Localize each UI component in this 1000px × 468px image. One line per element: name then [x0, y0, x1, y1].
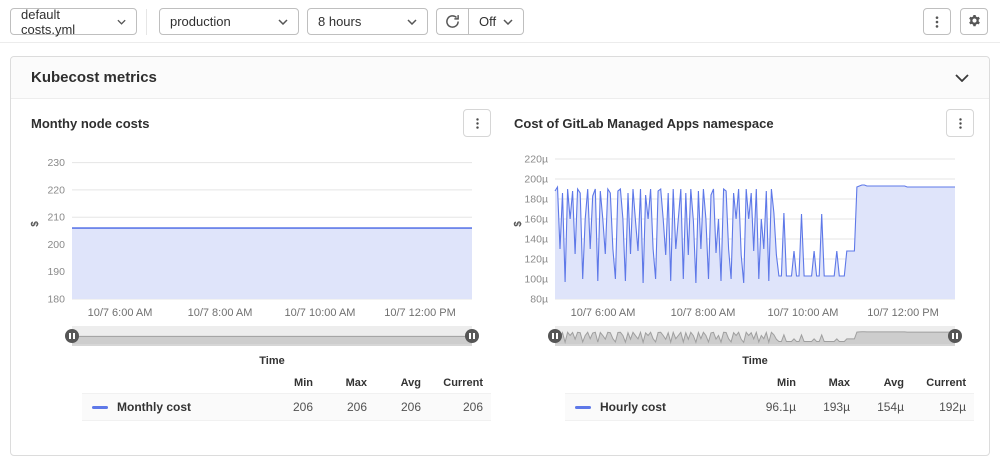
environment-select[interactable]: production: [159, 8, 299, 35]
svg-text:100µ: 100µ: [524, 274, 548, 286]
kubecost-metrics-panel: Kubecost metrics Monthy node costs 230 22…: [10, 56, 990, 456]
svg-text:10/7 10:00 AM: 10/7 10:00 AM: [768, 307, 839, 319]
svg-text:10/7 12:00 PM: 10/7 12:00 PM: [867, 307, 939, 319]
gear-icon: [967, 14, 982, 29]
svg-text:220: 220: [47, 184, 65, 196]
svg-text:190: 190: [47, 266, 65, 278]
kebab-menu-icon: [471, 117, 484, 130]
legend-row[interactable]: Hourly cost 96.1µ 193µ 154µ 192µ: [565, 393, 974, 421]
stat-max: 193µ: [796, 400, 850, 414]
brush-handle-left pause-icon[interactable]: [65, 329, 79, 343]
time-range-select[interactable]: 8 hours: [307, 8, 428, 35]
svg-text:10/7 10:00 AM: 10/7 10:00 AM: [285, 307, 356, 319]
refresh-icon: [445, 14, 460, 29]
more-actions-button[interactable]: [923, 8, 951, 35]
svg-text:10/7 8:00 AM: 10/7 8:00 AM: [671, 307, 736, 319]
stat-min: 96.1µ: [742, 400, 796, 414]
stat-current: 192µ: [904, 400, 966, 414]
svg-text:140µ: 140µ: [524, 234, 548, 246]
legend-col-max: Max: [796, 377, 850, 389]
svg-text:230: 230: [47, 157, 65, 169]
legend-header: Min Max Avg Current: [82, 373, 491, 393]
chart-monthly-node-costs: Monthy node costs 230 220 210 200 190 180 $10/…: [17, 107, 500, 421]
x-axis-label: Time: [72, 355, 472, 367]
refresh-interval-value: Off: [479, 14, 496, 29]
brush-handle-right pause-icon[interactable]: [948, 329, 962, 343]
legend-row[interactable]: Monthly cost 206 206 206 206: [82, 393, 491, 421]
chart-zoom-brush[interactable]: [555, 326, 955, 346]
stat-avg: 206: [367, 400, 421, 414]
brush-minimap[interactable]: [555, 326, 955, 346]
refresh-button-group: Off: [436, 8, 524, 35]
svg-text:10/7 8:00 AM: 10/7 8:00 AM: [188, 307, 253, 319]
chart-zoom-brush[interactable]: [72, 326, 472, 346]
settings-button[interactable]: [960, 8, 988, 35]
svg-text:200µ: 200µ: [524, 174, 548, 186]
legend-col-current: Current: [421, 377, 483, 389]
legend-col-avg: Avg: [850, 377, 904, 389]
refresh-interval-select[interactable]: Off: [468, 8, 524, 35]
panel-header[interactable]: Kubecost metrics: [11, 57, 989, 99]
environment-select-value: production: [170, 14, 231, 29]
svg-text:180: 180: [47, 294, 65, 306]
legend-header: Min Max Avg Current: [565, 373, 974, 393]
panel-title: Kubecost metrics: [31, 69, 157, 86]
stat-min: 206: [259, 400, 313, 414]
brush-handle-right pause-icon[interactable]: [465, 329, 479, 343]
svg-text:$: $: [30, 221, 41, 227]
dashboard-select[interactable]: default costs.yml: [10, 8, 137, 35]
series-color-dash: [92, 406, 108, 409]
dashboard-select-value: default costs.yml: [21, 7, 109, 37]
brush-handle-left pause-icon[interactable]: [548, 329, 562, 343]
x-axis-label: Time: [555, 355, 955, 367]
panel-body: Monthy node costs 230 220 210 200 190 180 $10/…: [11, 99, 989, 421]
chart-title: Monthy node costs: [26, 116, 149, 131]
legend-col-max: Max: [313, 377, 367, 389]
chart-legend: Min Max Avg Current Hourly cost 96.1µ 19…: [565, 373, 974, 421]
svg-text:210: 210: [47, 212, 65, 224]
svg-text:160µ: 160µ: [524, 214, 548, 226]
chart-title: Cost of GitLab Managed Apps namespace: [509, 116, 774, 131]
series-name: Monthly cost: [117, 400, 259, 414]
toolbar-divider: [146, 9, 147, 35]
dashboard-toolbar: default costs.yml production 8 hours Off: [0, 0, 1000, 43]
chart-menu-button[interactable]: [946, 109, 974, 137]
svg-text:10/7 6:00 AM: 10/7 6:00 AM: [88, 307, 153, 319]
chart-plot-area[interactable]: 230 220 210 200 190 180 $10/7 6:00 AM 10/7 8:00…: [26, 141, 476, 323]
series-color-dash: [575, 406, 591, 409]
svg-text:220µ: 220µ: [524, 154, 548, 166]
chart-managed-apps-cost: Cost of GitLab Managed Apps namespace 22…: [500, 107, 983, 421]
stat-max: 206: [313, 400, 367, 414]
kebab-menu-icon: [930, 15, 944, 29]
legend-col-current: Current: [904, 377, 966, 389]
chart-menu-button[interactable]: [463, 109, 491, 137]
chevron-down-icon[interactable]: [955, 74, 969, 82]
svg-text:180µ: 180µ: [524, 194, 548, 206]
legend-col-min: Min: [259, 377, 313, 389]
legend-col-avg: Avg: [367, 377, 421, 389]
svg-text:120µ: 120µ: [524, 254, 548, 266]
kebab-menu-icon: [954, 117, 967, 130]
brush-minimap[interactable]: [72, 326, 472, 346]
chevron-down-icon: [278, 19, 288, 25]
refresh-button[interactable]: [436, 8, 468, 35]
svg-text:200: 200: [47, 239, 65, 251]
chevron-down-icon: [407, 19, 417, 25]
chevron-down-icon: [117, 19, 126, 25]
time-range-select-value: 8 hours: [318, 14, 361, 29]
chevron-down-icon: [503, 19, 513, 25]
legend-col-min: Min: [742, 377, 796, 389]
stat-avg: 154µ: [850, 400, 904, 414]
series-name: Hourly cost: [600, 400, 742, 414]
chart-plot-area[interactable]: 220µ 200µ 180µ 160µ 140µ 120µ 100µ 80µ $10/7 6:0…: [509, 141, 959, 323]
svg-text:10/7 12:00 PM: 10/7 12:00 PM: [384, 307, 456, 319]
stat-current: 206: [421, 400, 483, 414]
svg-text:$: $: [513, 221, 524, 227]
svg-text:10/7 6:00 AM: 10/7 6:00 AM: [571, 307, 636, 319]
svg-text:80µ: 80µ: [530, 294, 548, 306]
chart-legend: Min Max Avg Current Monthly cost 206 206…: [82, 373, 491, 421]
